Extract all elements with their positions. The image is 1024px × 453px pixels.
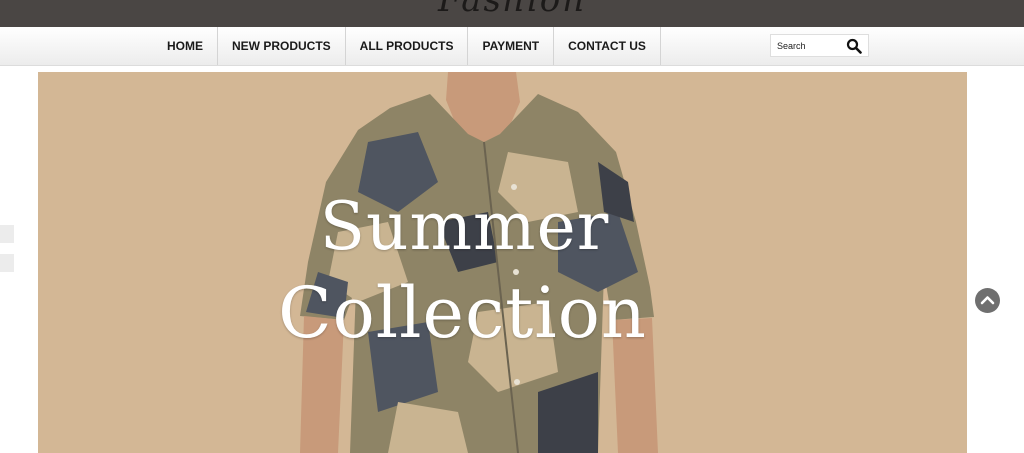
search-icon [846, 38, 862, 54]
nav-menu: HOME NEW PRODUCTS ALL PRODUCTS PAYMENT C… [153, 27, 661, 65]
slider-next-edge[interactable] [0, 254, 14, 272]
nav-item-payment[interactable]: PAYMENT [468, 27, 555, 65]
nav-item-all-products[interactable]: ALL PRODUCTS [346, 27, 469, 65]
nav-item-new-products[interactable]: NEW PRODUCTS [218, 27, 346, 65]
banner-title-line-2: Collection [278, 272, 647, 354]
search-input[interactable] [771, 35, 853, 56]
scroll-to-top-button[interactable] [975, 288, 1000, 313]
search-box [770, 34, 869, 57]
top-header-bar: Fashion [0, 0, 1024, 27]
hero-banner[interactable]: Summer Collection [38, 72, 967, 453]
nav-item-home[interactable]: HOME [153, 27, 218, 65]
main-navigation-bar: HOME NEW PRODUCTS ALL PRODUCTS PAYMENT C… [0, 27, 1024, 66]
chevron-up-icon [980, 296, 995, 305]
site-logo[interactable]: Fashion [438, 0, 586, 20]
search-button[interactable] [846, 38, 862, 54]
slider-prev-edge[interactable] [0, 225, 14, 243]
banner-title-line-1: Summer [319, 188, 610, 265]
nav-item-contact-us[interactable]: CONTACT US [554, 27, 661, 65]
